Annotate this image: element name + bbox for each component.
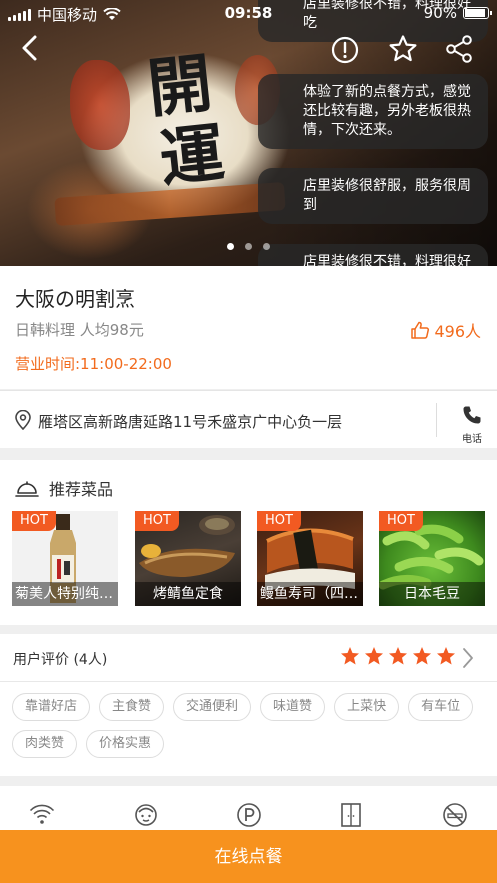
star-filled-icon	[365, 647, 383, 665]
reviews-title: 用户评价 (4人)	[13, 652, 108, 668]
parking-icon	[237, 803, 261, 827]
share-icon[interactable]	[444, 34, 474, 64]
dish-name: 烤鲭鱼定食	[135, 582, 241, 606]
dish-name: 鳗鱼寿司（四贯）	[257, 582, 363, 606]
hero-decoration	[70, 60, 130, 150]
divider	[436, 403, 437, 437]
carousel-dot[interactable]	[263, 243, 270, 250]
status-bar: 中国移动 09:58 90%	[0, 0, 497, 26]
dish-name: 日本毛豆	[379, 582, 485, 606]
private-room-icon	[341, 803, 361, 827]
review-tag[interactable]: 交通便利	[173, 693, 252, 721]
recommended-dishes: 推荐菜品 HOT 菊美人特别纯米酒 HOT 烤鲭鱼定食 HOT 鳗鱼寿司（四贯）…	[0, 460, 497, 625]
hero-image-kanji: 開	[144, 45, 216, 128]
report-icon[interactable]	[331, 36, 359, 64]
hot-badge: HOT	[135, 511, 179, 531]
review-tag[interactable]: 有车位	[408, 693, 474, 721]
dish-card[interactable]: HOT 鳗鱼寿司（四贯）	[257, 511, 363, 606]
phone-button[interactable]: 电话	[450, 405, 494, 445]
thumbs-up-icon	[411, 321, 430, 339]
user-reviews: 用户评价 (4人) 靠谱好店 主食赞 交通便利 味道赞 上菜快 有车位 肉类赞 …	[0, 634, 497, 776]
facilities-bar	[0, 786, 497, 832]
review-tags: 靠谱好店 主食赞 交通便利 味道赞 上菜快 有车位 肉类赞 价格实惠	[12, 693, 492, 758]
food-cloche-icon	[15, 481, 39, 497]
back-arrow-icon[interactable]	[18, 34, 44, 62]
baby-seat-icon	[135, 804, 157, 826]
carousel-dot[interactable]	[245, 243, 252, 250]
business-hours: 营业时间:11:00-22:00	[15, 355, 172, 373]
review-tag[interactable]: 价格实惠	[86, 730, 165, 758]
chevron-right-icon[interactable]	[461, 647, 475, 669]
hot-badge: HOT	[379, 511, 423, 531]
location-pin-icon	[15, 410, 31, 430]
like-count: 496人	[434, 322, 481, 341]
review-tag[interactable]: 靠谱好店	[12, 693, 91, 721]
hero-banner[interactable]: 開 運 店里装修很不错，料理很好吃 体验了新的点餐方式，感觉还比较有趣，另外老板…	[0, 0, 497, 266]
star-filled-icon	[437, 647, 455, 665]
hot-badge: HOT	[257, 511, 301, 531]
order-online-button[interactable]: 在线点餐	[0, 830, 497, 883]
clock: 09:58	[224, 4, 273, 22]
like-button[interactable]: 496人	[410, 318, 481, 342]
hero-image-kanji: 運	[156, 115, 228, 198]
shop-category-price: 日韩料理 人均98元	[15, 321, 144, 339]
favorite-star-icon[interactable]	[388, 34, 418, 64]
battery-percent: 90%	[423, 4, 457, 22]
no-smoking-icon	[443, 803, 467, 827]
wifi-icon	[29, 804, 55, 824]
carousel-indicator	[0, 243, 497, 250]
star-filled-icon	[413, 647, 431, 665]
dish-name: 菊美人特别纯米酒	[12, 582, 118, 606]
shop-name: 大阪の明割烹	[15, 287, 135, 311]
review-tag[interactable]: 肉类赞	[12, 730, 78, 758]
phone-label: 电话	[462, 434, 482, 445]
rating-stars	[340, 646, 456, 666]
review-tag[interactable]: 味道赞	[260, 693, 326, 721]
review-tag[interactable]: 上菜快	[334, 693, 400, 721]
battery-icon	[463, 7, 492, 19]
star-filled-icon	[341, 647, 359, 665]
star-filled-icon	[389, 647, 407, 665]
address-row[interactable]: 雁塔区高新路唐延路11号禾盛京广中心负一层 电话	[0, 390, 497, 448]
dish-card[interactable]: HOT 菊美人特别纯米酒	[12, 511, 118, 606]
dishes-title: 推荐菜品	[49, 480, 114, 499]
review-tag[interactable]: 主食赞	[99, 693, 165, 721]
dish-card[interactable]: HOT 日本毛豆	[379, 511, 485, 606]
comment-bubble: 店里装修很舒服，服务很周到	[258, 168, 488, 224]
shop-info: 大阪の明割烹 日韩料理 人均98元 496人 营业时间:11:00-22:00	[0, 266, 497, 389]
phone-icon	[463, 406, 481, 424]
comment-bubble: 体验了新的点餐方式，感觉还比较有趣，另外老板很热情，下次还来。	[258, 74, 488, 149]
carousel-dot[interactable]	[227, 243, 234, 250]
reviews-header[interactable]: 用户评价 (4人)	[0, 634, 497, 682]
shop-address[interactable]: 雁塔区高新路唐延路11号禾盛京广中心负一层	[38, 411, 342, 432]
dish-card[interactable]: HOT 烤鲭鱼定食	[135, 511, 241, 606]
hot-badge: HOT	[12, 511, 56, 531]
